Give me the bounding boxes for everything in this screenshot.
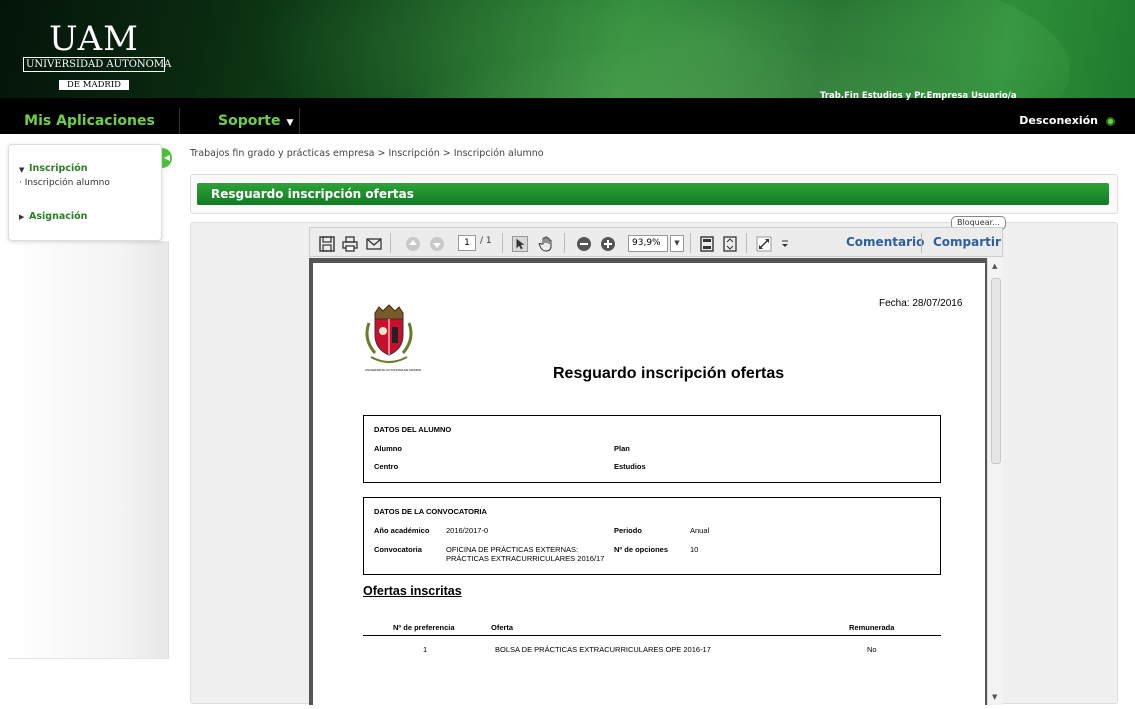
options-count-label: Nº de opciones xyxy=(614,545,668,554)
sidebar-section-inscripcion[interactable]: Inscripción xyxy=(29,163,88,174)
logout-button[interactable]: Desconexión xyxy=(1019,108,1115,134)
pdf-document-area[interactable]: UNIVERSIDAD AUTONOMA DE MADRID Fecha: 28… xyxy=(309,258,1003,705)
chevron-right-icon[interactable]: ▶ xyxy=(19,213,24,221)
zoom-level-select[interactable]: 93,9% xyxy=(628,235,668,252)
nav-my-applications[interactable]: Mis Aplicaciones xyxy=(0,108,180,134)
academic-year-value: 2016/2017-0 xyxy=(446,526,489,535)
period-value: Anual xyxy=(690,526,710,535)
pdf-page: UNIVERSIDAD AUTONOMA DE MADRID Fecha: 28… xyxy=(313,263,985,705)
fit-page-icon[interactable] xyxy=(699,236,715,252)
convocatoria-heading: DATOS DE LA CONVOCATORIA xyxy=(374,507,487,516)
nav-support-menu[interactable]: Soporte ▼ xyxy=(190,108,300,134)
logout-label: Desconexión xyxy=(1019,114,1098,127)
estudios-label: Estudios xyxy=(614,462,646,471)
pdf-toolbar: 1 / 1 93,9% ▼ Comentario Compartir xyxy=(309,227,1003,257)
document-title: Resguardo inscripción ofertas xyxy=(553,365,785,382)
logo-city: DE MADRID xyxy=(59,80,129,90)
next-page-icon[interactable] xyxy=(429,236,445,252)
sidebar-item-inscripcion-alumno[interactable]: · Inscripción alumno xyxy=(19,178,110,188)
logo-mark: UAM xyxy=(49,19,139,59)
sidebar-section-asignacion[interactable]: Asignación xyxy=(29,211,87,222)
previous-page-icon[interactable] xyxy=(405,236,421,252)
scroll-down-icon[interactable]: ▼ xyxy=(992,693,997,701)
page-title: Resguardo inscripción ofertas xyxy=(197,183,1109,205)
pdf-viewer-container: Bloquear... 1 / 1 93,9% ▼ Comentario Com… xyxy=(190,216,1118,705)
nav-support-label: Soporte xyxy=(218,113,281,129)
document-date: Fecha: 28/07/2016 xyxy=(879,298,963,309)
chevron-down-icon: ▼ xyxy=(286,118,294,128)
academic-year-label: Año académico xyxy=(374,526,430,535)
university-logo[interactable]: UAM UNIVERSIDAD AUTONOMA DE MADRID xyxy=(23,19,171,90)
chevron-down-icon[interactable]: ▼ xyxy=(19,166,24,174)
row-paid: No xyxy=(867,645,877,654)
convocatoria-data-box: DATOS DE LA CONVOCATORIA Año académico 2… xyxy=(363,497,941,575)
select-tool-icon[interactable] xyxy=(512,236,528,252)
convocatoria-value-line2: PRÁCTICAS EXTRACURRICULARES 2016/17 xyxy=(446,554,605,563)
convocatoria-value-line1: OFICINA DE PRÁCTICAS EXTERNAS: xyxy=(446,545,579,554)
zoom-out-icon[interactable] xyxy=(576,236,592,252)
fit-width-icon[interactable] xyxy=(722,236,738,252)
convocatoria-label: Convocatoria xyxy=(374,545,422,554)
sidebar-menu: ▼ Inscripción · Inscripción alumno ▶ Asi… xyxy=(8,144,162,241)
email-icon[interactable] xyxy=(366,236,382,252)
user-profile-label: Trab.Fin Estudios y Pr.Empresa Usuario/a xyxy=(820,91,1017,101)
main-navbar: Mis Aplicaciones Soporte ▼ Desconexión xyxy=(0,108,1135,134)
expand-icon[interactable] xyxy=(756,236,772,252)
chevron-down-icon[interactable]: ▼ xyxy=(670,235,684,252)
plan-label: Plan xyxy=(614,444,630,453)
total-pages: / 1 xyxy=(480,236,492,246)
page-number-input[interactable]: 1 xyxy=(458,235,476,251)
centro-label: Centro xyxy=(374,462,399,471)
power-icon xyxy=(1106,116,1115,126)
sidebar-background xyxy=(8,241,169,659)
share-button[interactable]: Compartir xyxy=(933,235,1001,249)
save-icon[interactable] xyxy=(319,236,335,252)
column-header-preference: Nº de preferencia xyxy=(393,623,455,632)
breadcrumb: Trabajos fin grado y prácticas empresa >… xyxy=(190,148,544,159)
print-icon[interactable] xyxy=(342,236,358,252)
scroll-up-icon[interactable]: ▲ xyxy=(992,262,997,270)
zoom-in-icon[interactable] xyxy=(600,236,616,252)
period-label: Periodo xyxy=(614,526,642,535)
pdf-scrollbar[interactable]: ▲ ▼ xyxy=(987,258,1003,705)
page-title-container: Resguardo inscripción ofertas xyxy=(190,174,1118,214)
column-header-offer: Oferta xyxy=(491,623,514,632)
row-preference: 1 xyxy=(423,645,428,654)
student-data-heading: DATOS DEL ALUMNO xyxy=(374,425,452,434)
university-crest-icon xyxy=(365,304,413,363)
hand-tool-icon[interactable] xyxy=(538,236,554,252)
options-count-value: 10 xyxy=(690,545,699,554)
scrollbar-thumb[interactable] xyxy=(991,278,1001,464)
logo-university-name: UNIVERSIDAD AUTONOMA xyxy=(23,57,171,72)
column-header-paid: Remunerada xyxy=(849,623,895,632)
more-options-icon[interactable] xyxy=(777,236,793,252)
student-data-box: DATOS DEL ALUMNO Alumno Plan Centro Estu… xyxy=(363,415,941,483)
app-header: UAM UNIVERSIDAD AUTONOMA DE MADRID Trab.… xyxy=(0,0,1135,108)
alumno-label: Alumno xyxy=(374,444,402,453)
row-offer: BOLSA DE PRÁCTICAS EXTRACURRICULARES OPE… xyxy=(495,645,711,654)
comment-button[interactable]: Comentario xyxy=(846,235,924,249)
offers-heading: Ofertas inscritas xyxy=(363,584,462,598)
sidebar-collapse-toggle[interactable]: ◀ xyxy=(162,148,172,168)
crest-caption: UNIVERSIDAD AUTONOMA DE MADRID xyxy=(365,368,421,372)
